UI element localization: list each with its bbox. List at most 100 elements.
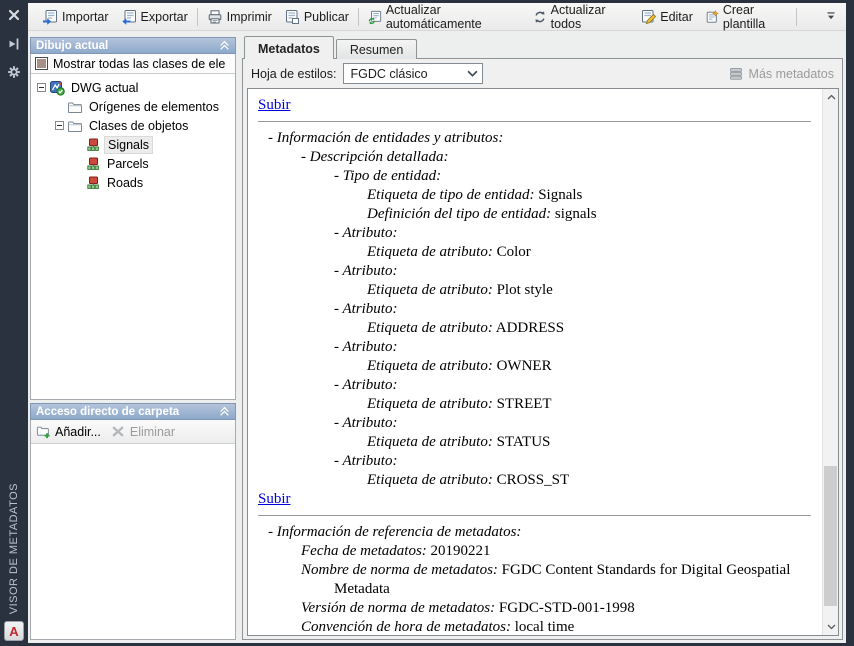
document-divider [258,121,811,122]
publish-button[interactable]: Publicar [278,6,355,28]
import-icon [43,9,57,25]
tab-resumen[interactable]: Resumen [335,39,418,59]
collapse-chevron-icon[interactable] [219,40,230,51]
palette-title-strip: VISOR DE METADATOS A [0,0,28,646]
collapse-chevron-icon[interactable] [219,406,230,417]
toolbar-overflow-icon[interactable] [824,9,838,25]
close-icon[interactable] [6,7,22,23]
tree-item-roads[interactable]: Roads [31,173,235,192]
print-label: Imprimir [226,9,272,24]
properties-gear-icon[interactable] [6,64,22,80]
publish-label: Publicar [303,9,349,24]
more-metadata-button[interactable]: Más metadatos [728,66,834,82]
tree-item-dwg-actual[interactable]: DWG actual [31,78,235,97]
import-label: Importar [62,9,109,24]
update-all-icon [535,10,545,23]
doc-line: - Atributo: [334,301,398,317]
import-button[interactable]: Importar [36,6,115,28]
subir-link[interactable]: Subir [258,97,291,113]
print-icon [208,9,221,23]
scrollbar-thumb[interactable] [824,466,837,606]
doc-line: Convención de hora de metadatos: local t… [301,619,575,635]
drawing-tree: DWG actual Orígenes de elementos Clases … [31,74,235,192]
auto-hide-pin-icon[interactable] [6,36,22,52]
object-class-icon [87,176,99,189]
metadata-document: Subir - Información de entidades y atrib… [247,88,839,636]
tree-label: Parcels [107,156,149,171]
folder-icon [68,121,82,132]
add-folder-label: Añadir... [55,424,101,439]
doc-line: Etiqueta de atributo: CROSS_ST [367,472,570,488]
current-drawing-panel-header[interactable]: Dibujo actual [30,37,236,54]
auto-update-label: Actualizar automáticamente [385,2,482,31]
collapse-expander-icon[interactable] [37,83,46,92]
doc-line: Etiqueta de tipo de entidad: Signals [367,187,583,203]
remove-folder-icon [112,426,124,437]
export-icon [121,9,136,25]
tree-label: DWG actual [71,80,139,95]
doc-line: - Atributo: [334,263,398,279]
show-all-classes-row: Mostrar todas las clases de ele [31,54,235,74]
create-template-label: Crear plantilla [722,2,766,31]
more-metadata-label: Más metadatos [748,66,834,81]
folder-icon [68,102,82,113]
doc-line: Definición del tipo de entidad: signals [367,206,597,222]
update-all-button[interactable]: Actualizar todos [527,0,635,34]
metadata-toolbar: Importar Exportar Imprimir Publicar Actu… [28,3,846,31]
tree-item-clases-objetos[interactable]: Clases de objetos [31,116,235,135]
edit-button[interactable]: Editar [634,6,699,28]
auto-update-button[interactable]: Actualizar automáticamente [362,0,527,34]
chevron-down-icon [467,70,478,77]
add-folder-button[interactable]: Añadir... [36,424,101,439]
show-all-classes-checkbox[interactable] [35,57,48,70]
doc-line: Fecha de metadatos: 20190221 [301,543,491,559]
folder-shortcut-panel-title: Acceso directo de carpeta [36,405,180,418]
folder-shortcut-panel: Acceso directo de carpeta Añadir... Elim… [30,403,236,640]
object-class-icon [87,157,99,170]
doc-line: Etiqueta de atributo: ADDRESS [367,320,565,336]
stylesheet-select[interactable]: FGDC clásico [343,63,484,84]
doc-line: Etiqueta de atributo: Color [367,244,531,260]
doc-line: - Información de entidades y atributos: [268,130,504,146]
doc-line: - Atributo: [334,339,398,355]
stylesheet-row: Hoja de estilos: FGDC clásico Más metada… [243,59,842,88]
tree-item-parcels[interactable]: Parcels [31,154,235,173]
document-scrollbar[interactable] [822,89,838,635]
metadata-view-panel: Metadatos Resumen Hoja de estilos: FGDC … [242,36,843,640]
subir-link[interactable]: Subir [258,491,291,507]
current-drawing-panel: Dibujo actual Mostrar todas las clases d… [30,37,236,400]
tree-label: Roads [107,175,144,190]
create-template-icon [706,9,719,23]
update-all-label: Actualizar todos [550,2,606,31]
tree-label: Clases de objetos [89,118,189,133]
tree-label: Signals [104,135,153,154]
export-label: Exportar [140,9,188,24]
toolbar-separator [796,7,797,26]
metadata-document-text: Subir - Información de entidades y atrib… [248,89,821,635]
doc-line: - Atributo: [334,225,398,241]
doc-line: Metadata [334,581,390,597]
edit-label: Editar [660,9,693,24]
edit-icon [642,9,657,24]
doc-line: Etiqueta de atributo: Plot style [367,282,553,298]
toolbar-separator [357,7,359,26]
palette-content: Importar Exportar Imprimir Publicar Actu… [28,3,846,643]
tab-metadatos[interactable]: Metadatos [244,36,334,60]
collapse-expander-icon[interactable] [55,121,64,130]
scroll-up-icon[interactable] [823,89,839,105]
add-folder-icon [36,426,50,439]
autocad-logo: A [4,621,24,641]
create-template-button[interactable]: Crear plantilla [699,0,796,34]
tree-item-origenes[interactable]: Orígenes de elementos [31,97,235,116]
remove-folder-button[interactable]: Eliminar [111,424,175,439]
print-button[interactable]: Imprimir [201,6,278,28]
metadata-tabs: Metadatos Resumen [244,36,419,60]
export-button[interactable]: Exportar [115,6,194,28]
stylesheet-label: Hoja de estilos: [251,66,337,81]
scroll-down-icon[interactable] [823,619,839,635]
folder-shortcut-panel-header[interactable]: Acceso directo de carpeta [30,403,236,420]
palette-vertical-title: VISOR DE METADATOS [8,482,20,614]
tree-item-signals[interactable]: Signals [31,135,235,154]
tree-label: Orígenes de elementos [89,99,219,114]
document-divider [258,515,811,516]
